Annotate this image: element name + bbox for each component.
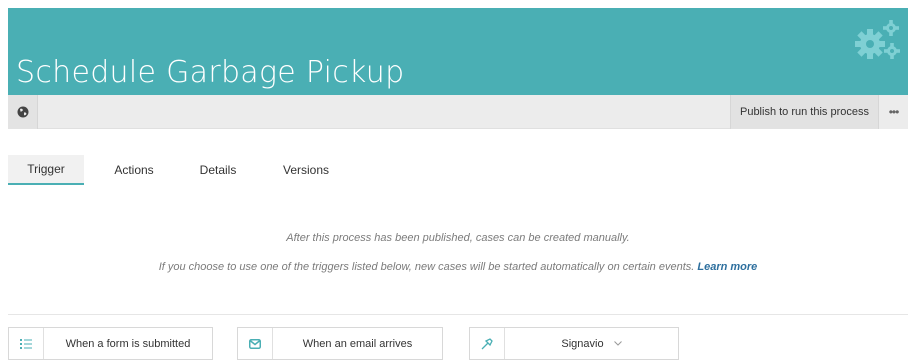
- tab-actions[interactable]: Actions: [96, 155, 172, 185]
- signavio-icon: [470, 328, 505, 359]
- trigger-label: Signavio: [561, 337, 604, 350]
- toolbar: Publish to run this process •••: [8, 95, 908, 129]
- publish-button[interactable]: Publish to run this process: [730, 95, 878, 129]
- trigger-signavio[interactable]: Signavio: [469, 327, 679, 360]
- trigger-label: When an email arrives: [302, 337, 413, 350]
- trigger-email-arrives[interactable]: When an email arrives: [237, 327, 443, 360]
- chevron-down-icon[interactable]: [613, 341, 622, 346]
- learn-more-link[interactable]: Learn more: [697, 261, 757, 273]
- trigger-signavio-select: Signavio: [505, 328, 678, 359]
- page-title: Schedule Garbage Pickup: [16, 55, 405, 90]
- gears-icon: [855, 20, 900, 59]
- tab-trigger[interactable]: Trigger: [8, 155, 84, 185]
- more-options-button[interactable]: •••: [878, 95, 908, 129]
- envelope-icon: [238, 328, 273, 359]
- info-text-triggers: If you choose to use one of the triggers…: [8, 261, 908, 273]
- trigger-label: When a form is submitted: [65, 337, 191, 350]
- info-text-automatic: If you choose to use one of the triggers…: [158, 261, 695, 273]
- trigger-form-submitted[interactable]: When a form is submitted: [8, 327, 213, 360]
- list-icon: [9, 328, 44, 359]
- tab-versions[interactable]: Versions: [266, 155, 346, 185]
- divider: [8, 314, 908, 315]
- tab-bar: Trigger Actions Details Versions: [8, 155, 908, 185]
- globe-icon: [17, 106, 28, 118]
- globe-button[interactable]: [8, 95, 38, 129]
- page-header: Schedule Garbage Pickup: [8, 8, 908, 95]
- info-text-manual: After this process has been published, c…: [286, 232, 630, 244]
- tab-details[interactable]: Details: [180, 155, 256, 185]
